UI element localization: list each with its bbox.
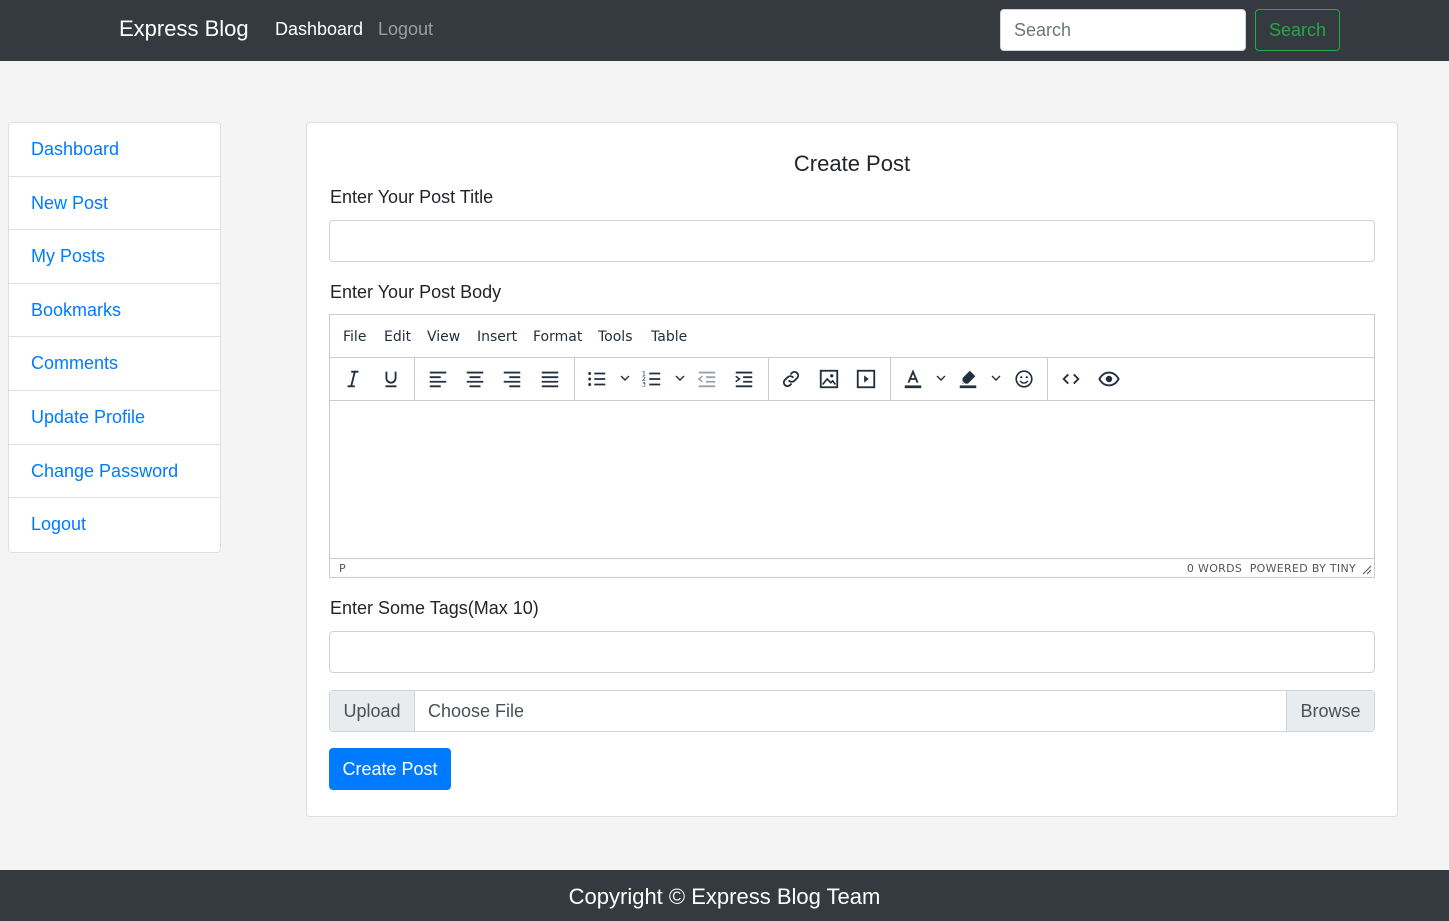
- page-title: Create Post: [793, 151, 911, 176]
- post-title-input[interactable]: [329, 220, 1375, 262]
- emoticon-icon[interactable]: [1010, 366, 1038, 392]
- align-center-icon[interactable]: [461, 366, 489, 392]
- rich-text-editor: File Edit View Insert Format Tools Table: [329, 314, 1375, 578]
- menu-view[interactable]: View: [427, 329, 460, 345]
- post-title-label: Enter Your Post Title: [330, 187, 494, 207]
- menu-edit[interactable]: Edit: [384, 329, 411, 345]
- image-icon[interactable]: [815, 366, 843, 392]
- code-icon[interactable]: [1057, 366, 1085, 392]
- editor-toolbar: 123: [330, 358, 1374, 401]
- tags-input[interactable]: [329, 631, 1375, 673]
- nav-logout-link[interactable]: Logout: [378, 19, 433, 40]
- highlight-chevron-down-icon[interactable]: [990, 371, 1002, 383]
- word-count: 0 WORDS POWERED BY TINY: [1186, 562, 1356, 575]
- create-post-button[interactable]: Create Post: [329, 748, 451, 790]
- menu-insert[interactable]: Insert: [477, 329, 517, 345]
- footer-copyright: Copyright © Express Blog Team: [568, 884, 881, 909]
- outdent-icon[interactable]: [693, 366, 721, 392]
- menu-table[interactable]: Table: [651, 329, 687, 345]
- numbered-list-icon[interactable]: 123: [638, 366, 666, 392]
- search-button[interactable]: Search: [1255, 9, 1340, 51]
- editor-content-area[interactable]: [330, 401, 1374, 558]
- sidebar-item-logout[interactable]: Logout: [9, 498, 220, 552]
- text-color-icon[interactable]: [899, 366, 927, 392]
- menu-tools[interactable]: Tools: [598, 329, 633, 345]
- sidebar-list: Dashboard New Post My Posts Bookmarks Co…: [8, 122, 221, 553]
- sidebar-item-dashboard[interactable]: Dashboard: [9, 123, 220, 177]
- text-color-chevron-down-icon[interactable]: [935, 371, 947, 383]
- link-icon[interactable]: [777, 366, 805, 392]
- sidebar-item-bookmarks[interactable]: Bookmarks: [9, 284, 220, 338]
- sidebar-item-update-profile[interactable]: Update Profile: [9, 391, 220, 445]
- browse-button[interactable]: Browse: [1286, 691, 1374, 731]
- file-input[interactable]: Choose File: [415, 691, 1286, 731]
- brand-logo[interactable]: Express Blog: [119, 16, 249, 42]
- sidebar-item-new-post[interactable]: New Post: [9, 177, 220, 231]
- file-upload-group: Upload Choose File Browse: [329, 690, 1375, 732]
- editor-statusbar: P 0 WORDS POWERED BY TINY: [330, 558, 1374, 577]
- align-left-icon[interactable]: [424, 366, 452, 392]
- align-justify-icon[interactable]: [536, 366, 564, 392]
- highlight-icon[interactable]: [954, 366, 982, 392]
- element-path[interactable]: P: [339, 562, 346, 575]
- numbered-list-chevron-down-icon[interactable]: [674, 371, 686, 383]
- nav-dashboard-link[interactable]: Dashboard: [275, 19, 363, 40]
- bullet-list-chevron-down-icon[interactable]: [619, 371, 631, 383]
- top-navbar: Express Blog Dashboard Logout Search: [0, 0, 1449, 61]
- sidebar-item-change-password[interactable]: Change Password: [9, 445, 220, 499]
- indent-icon[interactable]: [730, 366, 758, 392]
- editor-menubar: File Edit View Insert Format Tools Table: [330, 315, 1374, 358]
- sidebar-item-comments[interactable]: Comments: [9, 337, 220, 391]
- sidebar-item-my-posts[interactable]: My Posts: [9, 230, 220, 284]
- search-input[interactable]: [1000, 9, 1246, 51]
- resize-handle-icon[interactable]: [1362, 565, 1372, 575]
- svg-text:3: 3: [642, 380, 646, 388]
- menu-format[interactable]: Format: [533, 329, 582, 345]
- preview-icon[interactable]: [1095, 366, 1123, 392]
- italic-icon[interactable]: [339, 366, 367, 392]
- create-post-card: Create Post Enter Your Post Title Enter …: [306, 122, 1398, 817]
- footer: Copyright © Express Blog Team: [0, 870, 1449, 921]
- bullet-list-icon[interactable]: [583, 366, 611, 392]
- upload-prepend-label: Upload: [330, 691, 415, 731]
- media-icon[interactable]: [852, 366, 880, 392]
- underline-icon[interactable]: [377, 366, 405, 392]
- align-right-icon[interactable]: [498, 366, 526, 392]
- tags-label: Enter Some Tags(Max 10): [330, 598, 539, 618]
- menu-file[interactable]: File: [343, 329, 366, 345]
- post-body-label: Enter Your Post Body: [330, 282, 502, 302]
